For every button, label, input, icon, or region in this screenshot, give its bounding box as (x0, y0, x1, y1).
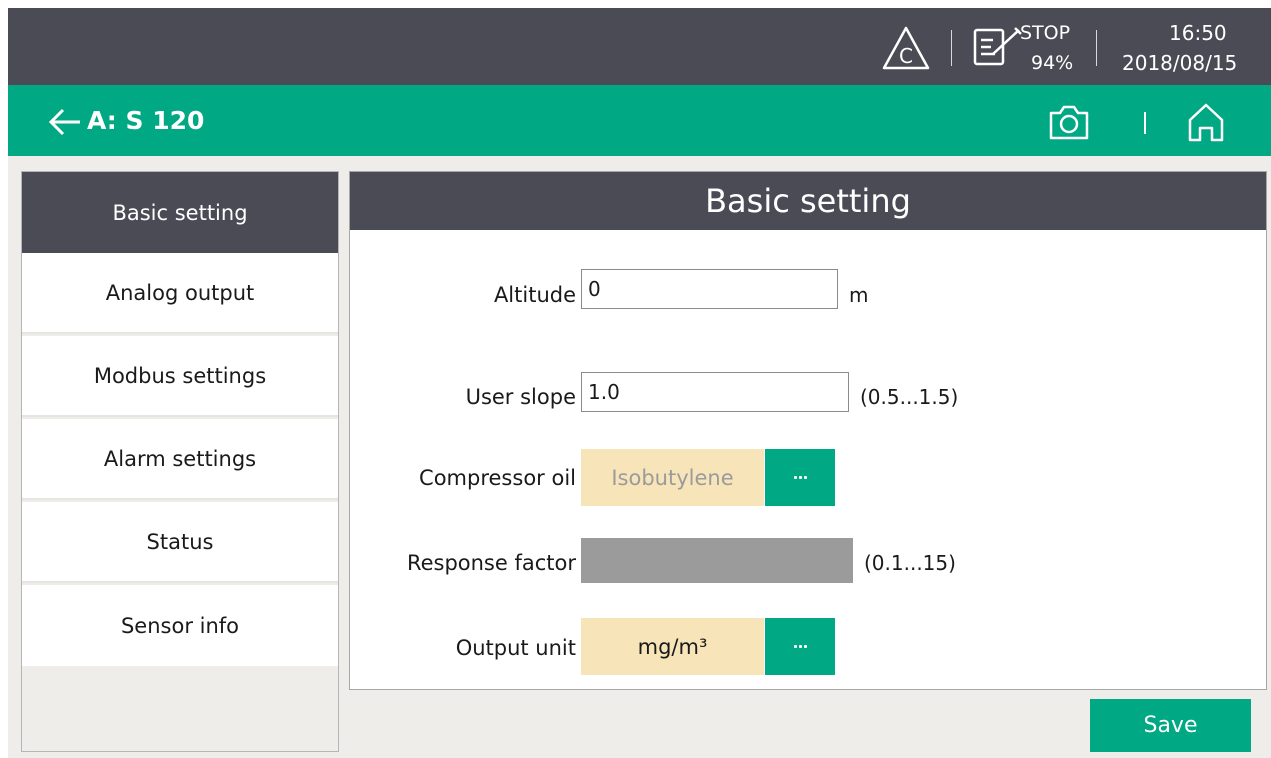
output-unit-more-button[interactable] (765, 618, 835, 675)
response-factor-input-disabled (581, 538, 853, 583)
title-bar: A: S 120 (8, 85, 1271, 156)
camera-icon (1049, 105, 1089, 140)
memory-percent-text: 94% (1031, 52, 1074, 74)
sidebar-item-status[interactable]: Status (22, 502, 338, 583)
user-slope-range: (0.5...1.5) (860, 385, 959, 409)
compressor-oil-select[interactable]: Isobutylene (581, 449, 764, 506)
clock-date: 2018/08/15 (1122, 51, 1238, 75)
altitude-label: Altitude (493, 283, 576, 307)
status-separator (951, 30, 952, 66)
compressor-oil-label: Compressor oil (419, 466, 576, 490)
status-separator (1096, 30, 1097, 66)
home-icon (1188, 103, 1224, 142)
altitude-input[interactable] (581, 269, 838, 309)
sidebar-item-alarm-settings[interactable]: Alarm settings (22, 419, 338, 500)
sidebar-item-modbus-settings[interactable]: Modbus settings (22, 336, 338, 417)
altitude-unit: m (849, 283, 869, 307)
response-factor-range: (0.1...15) (864, 551, 956, 575)
panel-title: Basic setting (350, 172, 1266, 230)
output-unit-select[interactable]: mg/m³ (581, 618, 764, 675)
sidebar-item-sensor-info[interactable]: Sensor info (22, 585, 338, 666)
output-unit-label: Output unit (455, 636, 576, 660)
triangle-c-icon: C (882, 26, 930, 70)
ellipsis-icon (793, 476, 807, 479)
notepad-pen-icon (973, 27, 1022, 66)
device-screen: C STOP 94% 16:50 2018/08/15 A: S 120 Bas… (8, 8, 1271, 758)
page-title: A: S 120 (87, 106, 205, 135)
user-slope-label: User slope (465, 385, 576, 409)
arrow-left-icon (48, 108, 80, 136)
back-button[interactable] (48, 107, 82, 137)
clock-time: 16:50 (1169, 21, 1227, 45)
compressor-oil-more-button[interactable] (765, 449, 835, 506)
settings-sidebar: Basic setting Analog output Modbus setti… (21, 171, 339, 752)
basic-setting-panel: Basic setting Altitude m User slope (0.5… (349, 171, 1267, 690)
title-separator (1144, 112, 1146, 134)
home-button[interactable] (1186, 101, 1226, 143)
save-button[interactable]: Save (1090, 699, 1251, 752)
ellipsis-icon (793, 645, 807, 648)
sidebar-item-analog-output[interactable]: Analog output (22, 253, 338, 334)
status-bar: C STOP 94% 16:50 2018/08/15 (8, 8, 1271, 85)
user-slope-input[interactable] (581, 372, 849, 412)
log-state-text: STOP (1020, 22, 1071, 44)
svg-text:C: C (899, 44, 913, 68)
response-factor-label: Response factor (406, 551, 576, 575)
screenshot-button[interactable] (1048, 103, 1090, 141)
sidebar-item-basic-setting[interactable]: Basic setting (22, 172, 338, 253)
